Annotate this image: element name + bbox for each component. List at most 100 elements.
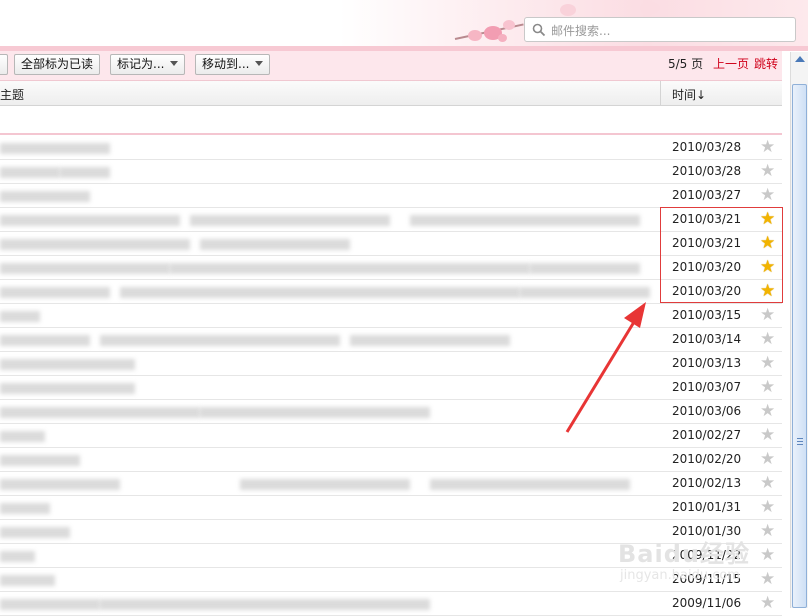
subject-text-redacted [0, 527, 70, 538]
mark-as-dropdown[interactable]: 标记为... [110, 54, 186, 75]
star-icon-empty[interactable]: ★ [760, 425, 775, 445]
subject-text-redacted [410, 215, 640, 226]
grip-line [797, 444, 803, 445]
star-icon-empty[interactable]: ★ [760, 545, 775, 565]
star-icon-empty[interactable]: ★ [760, 353, 775, 373]
mail-date: 2010/03/28 [672, 164, 742, 178]
subject-text-redacted [0, 191, 90, 202]
subject-text-redacted [0, 551, 35, 562]
subject-text-redacted [0, 431, 45, 442]
column-separator [660, 81, 661, 105]
search-icon [532, 23, 546, 37]
prev-page-link[interactable]: 上一页 [713, 55, 749, 72]
toolbar-button-clipped[interactable] [0, 54, 8, 75]
mail-row[interactable]: 2010/01/31 ★ [0, 496, 782, 520]
toolbar: 全部标为已读 标记为... 移动到... 5/5 页 上一页 跳转 [0, 51, 782, 81]
scrollbar-thumb[interactable] [792, 84, 807, 608]
mail-row[interactable]: 2010/02/20 ★ [0, 448, 782, 472]
subject-text-redacted [240, 479, 410, 490]
vertical-scrollbar[interactable] [790, 52, 808, 608]
subject-text-redacted [0, 575, 55, 586]
mail-date: 2010/03/27 [672, 188, 742, 202]
chevron-down-icon [170, 61, 179, 66]
mail-row[interactable]: 2010/02/13 ★ [0, 472, 782, 496]
mail-row[interactable]: 2010/03/28 ★ [0, 136, 782, 160]
mail-row[interactable]: 2010/03/14 ★ [0, 328, 782, 352]
jump-link[interactable]: 跳转 [754, 55, 778, 72]
blossom-decoration [640, 2, 660, 14]
star-icon-empty[interactable]: ★ [760, 305, 775, 325]
subject-text-redacted [120, 287, 520, 298]
mail-row[interactable]: 2010/03/13 ★ [0, 352, 782, 376]
subject-text-redacted [200, 407, 430, 418]
star-icon-empty[interactable]: ★ [760, 137, 775, 157]
mail-date: 2010/03/28 [672, 140, 742, 154]
mail-date: 2010/03/07 [672, 380, 742, 394]
chevron-down-icon [255, 61, 264, 66]
star-icon-empty[interactable]: ★ [760, 401, 775, 421]
subject-text-redacted [350, 335, 510, 346]
subject-text-redacted [0, 167, 60, 178]
subject-text-redacted [0, 143, 110, 154]
starred-highlight-box [660, 207, 783, 303]
star-icon-empty[interactable]: ★ [760, 329, 775, 349]
time-column-header[interactable]: 时间↓ [672, 86, 706, 103]
subject-text-redacted [100, 599, 430, 610]
star-icon-empty[interactable]: ★ [760, 521, 775, 541]
mail-date: 2010/02/13 [672, 476, 742, 490]
watermark-logo: Baidu经验 [618, 540, 750, 568]
subject-text-redacted [0, 215, 180, 226]
mail-row[interactable]: 2010/03/07 ★ [0, 376, 782, 400]
subject-text-redacted [0, 383, 135, 394]
mail-date: 2010/03/06 [672, 404, 742, 418]
star-icon-empty[interactable]: ★ [760, 161, 775, 181]
subject-text-redacted [0, 239, 190, 250]
blossom-decoration [468, 30, 482, 41]
page-indicator: 5/5 页 [668, 57, 704, 71]
watermark-url: jingyan.baidu.com [620, 568, 740, 583]
blossom-decoration [503, 20, 515, 30]
scroll-up-icon[interactable] [795, 56, 805, 62]
mail-row[interactable]: 2010/03/15 ★ [0, 304, 782, 328]
mail-row[interactable]: 2010/03/27 ★ [0, 184, 782, 208]
mail-date: 2010/02/27 [672, 428, 742, 442]
mail-row[interactable]: 2010/02/27 ★ [0, 424, 782, 448]
star-icon-empty[interactable]: ★ [760, 497, 775, 517]
subject-text-redacted [530, 263, 640, 274]
subject-text-redacted [0, 407, 200, 418]
mail-row[interactable]: 2010/03/28 ★ [0, 160, 782, 184]
grip-line [797, 438, 803, 439]
mail-date: 2010/03/13 [672, 356, 742, 370]
subject-text-redacted [0, 263, 170, 274]
mail-date: 2010/03/14 [672, 332, 742, 346]
move-to-dropdown[interactable]: 移动到... [195, 54, 271, 75]
mark-all-read-label: 全部标为已读 [21, 57, 94, 71]
star-icon-empty[interactable]: ★ [760, 377, 775, 397]
mail-row[interactable]: 2010/03/06 ★ [0, 400, 782, 424]
mark-as-label: 标记为... [117, 57, 165, 71]
subject-column-header[interactable]: 主题 [0, 86, 24, 103]
column-header: 主题 时间↓ [0, 81, 782, 106]
mark-all-read-button[interactable]: 全部标为已读 [14, 54, 101, 75]
star-icon-empty[interactable]: ★ [760, 593, 775, 613]
star-icon-empty[interactable]: ★ [760, 185, 775, 205]
subject-text-redacted [0, 455, 80, 466]
subject-text-redacted [170, 263, 530, 274]
subject-text-redacted [0, 287, 110, 298]
mail-date: 2010/03/15 [672, 308, 742, 322]
subject-text-redacted [0, 479, 120, 490]
subject-text-redacted [0, 311, 40, 322]
subject-text-redacted [0, 599, 100, 610]
blossom-decoration [498, 34, 507, 42]
star-icon-empty[interactable]: ★ [760, 569, 775, 589]
star-icon-empty[interactable]: ★ [760, 473, 775, 493]
subject-text-redacted [60, 167, 110, 178]
star-icon-empty[interactable]: ★ [760, 449, 775, 469]
grip-line [797, 441, 803, 442]
blossom-decoration [560, 4, 576, 16]
mail-date: 2010/02/20 [672, 452, 742, 466]
subject-text-redacted [430, 479, 630, 490]
search-input[interactable] [549, 20, 793, 41]
mail-search-box[interactable] [524, 17, 796, 42]
mail-row[interactable]: 2009/11/06 ★ [0, 592, 782, 616]
